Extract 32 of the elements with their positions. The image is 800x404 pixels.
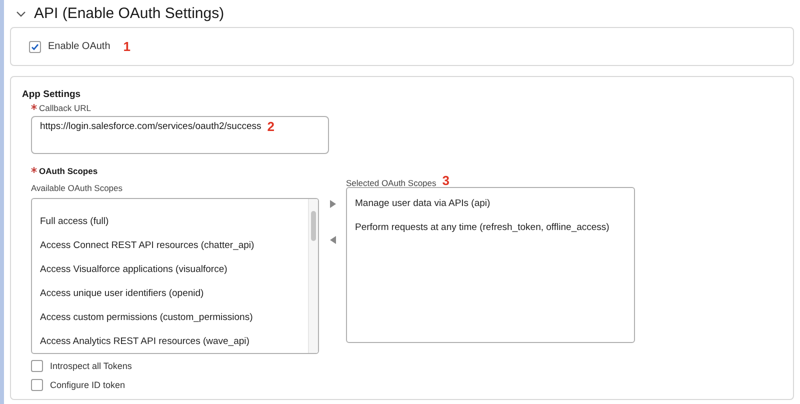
list-item[interactable]: Access Visualforce applications (visualforce) bbox=[32, 258, 228, 282]
section-heading: App Settings bbox=[22, 89, 82, 100]
list-label: Available OAuth Scopes bbox=[31, 183, 123, 193]
checkbox-label: Configure ID token bbox=[50, 380, 126, 390]
annotation-number: 2 bbox=[267, 119, 274, 134]
list-item[interactable]: Access Connect REST API resources (chatter_api) bbox=[32, 234, 254, 258]
field-value: https://login.salesforce.com/services/oauth2/success bbox=[40, 121, 262, 132]
check-icon bbox=[31, 42, 39, 50]
selected-scopes-list[interactable]: Manage user data via APIs (api) Perform requests at any time (refresh_token, offline_access) bbox=[346, 187, 635, 343]
checkbox[interactable] bbox=[31, 360, 43, 372]
move-right-icon[interactable] bbox=[330, 200, 336, 208]
chevron-down-icon[interactable] bbox=[16, 8, 26, 18]
section-title: API (Enable OAuth Settings) bbox=[34, 5, 224, 22]
scrollbar[interactable] bbox=[308, 199, 318, 353]
annotation-number: 3 bbox=[442, 172, 450, 188]
available-scopes-list[interactable] bbox=[31, 198, 319, 354]
annotation-number: 1 bbox=[123, 39, 130, 54]
checkbox-label: Enable OAuth bbox=[48, 41, 110, 52]
list-item[interactable]: Full access (full) bbox=[32, 210, 109, 234]
field-label: OAuth Scopes bbox=[39, 166, 98, 176]
list-item[interactable]: Perform requests at any time (refresh_token, offline_access) bbox=[347, 216, 610, 240]
list-item[interactable]: Manage user data via APIs (api) bbox=[347, 192, 490, 216]
checkbox[interactable] bbox=[31, 379, 43, 391]
move-left-icon[interactable] bbox=[330, 236, 336, 244]
callback-url-field[interactable]: https://login.salesforce.com/services/oauth2/success 2 bbox=[31, 116, 329, 154]
checkbox[interactable] bbox=[29, 40, 41, 52]
list-item[interactable]: Access Analytics REST API resources (wave_api) bbox=[32, 330, 250, 353]
checkbox-label: Introspect all Tokens bbox=[50, 361, 132, 371]
list-label: Selected OAuth Scopes bbox=[346, 178, 436, 188]
list-item[interactable]: Access custom permissions (custom_permissions) bbox=[32, 306, 253, 330]
list-item[interactable]: Access unique user identifiers (openid) bbox=[32, 282, 204, 306]
field-label: Callback URL bbox=[39, 103, 91, 113]
